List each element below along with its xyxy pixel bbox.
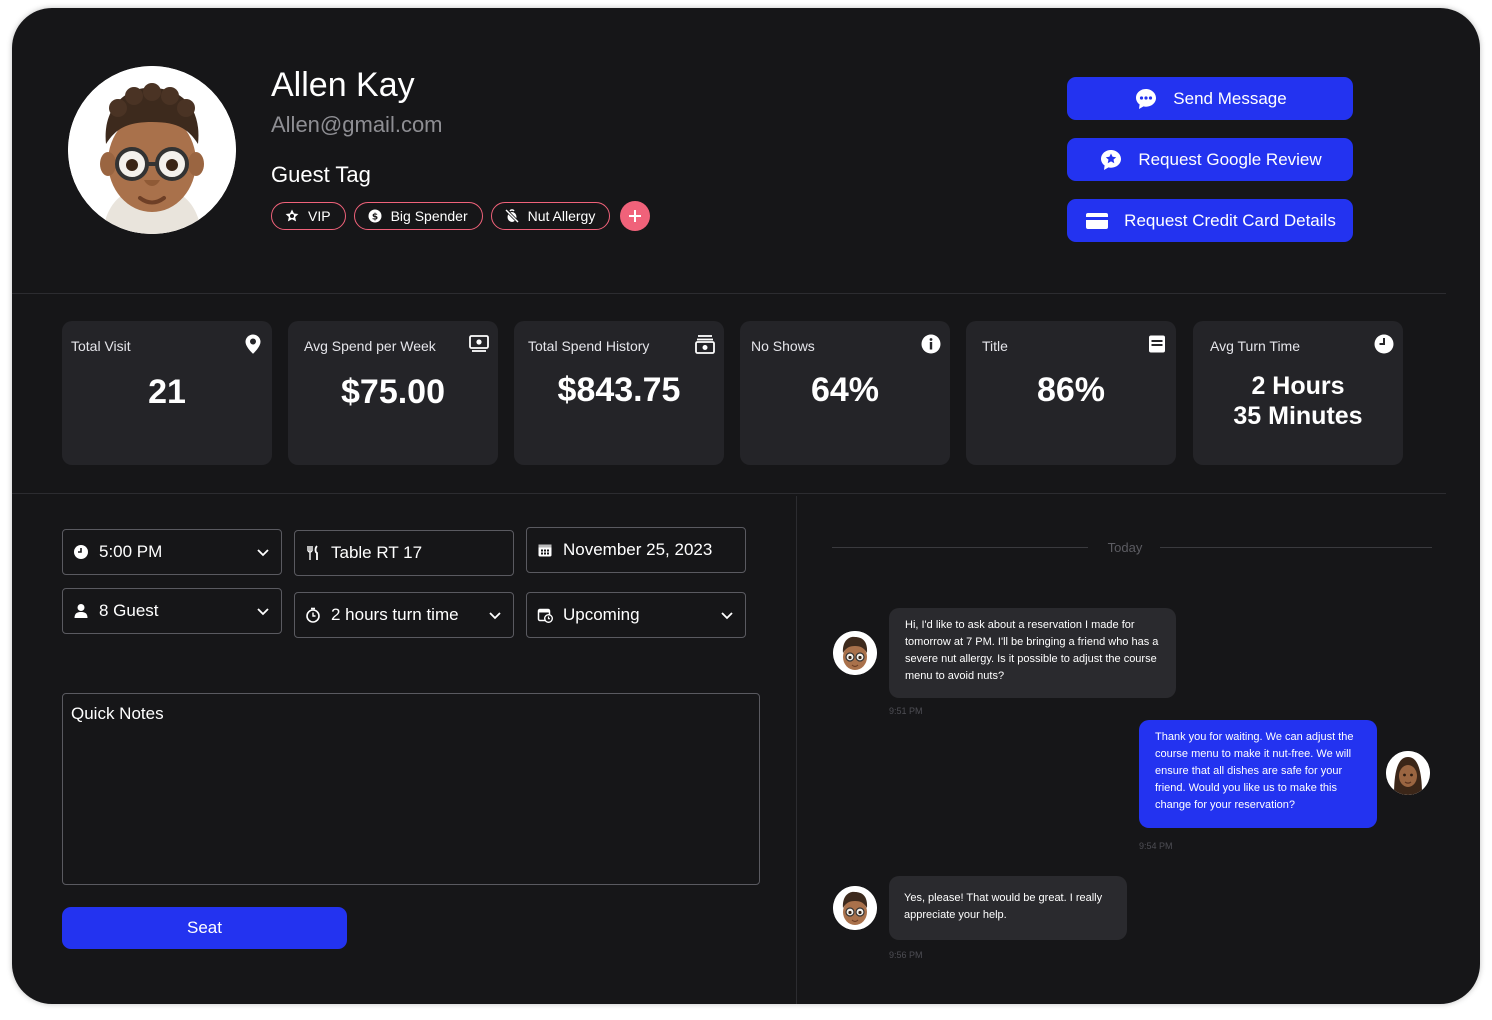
chevron-down-icon [489,612,501,620]
time-select[interactable]: 5:00 PM [62,529,282,575]
guest-tags: VIP $ Big Spender Nut Allergy [271,201,651,231]
document-icon [1149,335,1165,353]
calendar-clock-icon [537,608,553,623]
location-pin-icon [245,334,261,354]
guest-email: Allen@gmail.com [271,112,443,137]
send-message-button[interactable]: Send Message [1067,77,1353,120]
seat-button[interactable]: Seat [62,907,347,949]
stat-value: $843.75 [557,371,681,409]
stat-value: 21 [148,373,186,411]
credit-card-icon [1086,212,1109,229]
stat-value: $75.00 [341,373,445,411]
date-value: November 25, 2023 [563,540,713,559]
stat-value-line-1: 2 Hours [1251,372,1345,400]
quick-notes-label: Quick Notes [71,704,164,723]
guest-count-value: 8 Guest [99,601,159,620]
tag-label: VIP [308,208,331,224]
stat-label: Total Spend History [528,338,650,354]
stats-divider [12,493,1446,494]
tag-label: Nut Allergy [527,208,596,224]
add-tag-button[interactable] [620,201,651,231]
stat-total-visit: Total Visit 21 [62,321,272,465]
message-bubble-incoming: Yes, please! That would be great. I real… [889,876,1127,940]
action-buttons: Send Message Request Google Review Reque… [1067,77,1353,242]
message-time: 9:51 PM [889,706,923,716]
stat-value: 2 Hours 35 Minutes [1193,371,1403,431]
send-message-label: Send Message [1173,88,1287,108]
message-text: Thank you for waiting. We can adjust the… [1155,731,1354,811]
message-text: Hi, I'd like to ask about a reservation … [905,619,1159,682]
wallet-icon [695,335,715,354]
tag-big-spender[interactable]: $ Big Spender [353,202,483,230]
header-divider [12,293,1446,294]
stat-avg-spend-week: Avg Spend per Week $75.00 [288,321,498,465]
guest-avatar [68,66,236,234]
guest-name: Allen Kay [271,66,415,104]
stat-label: Avg Turn Time [1210,338,1301,354]
info-icon [921,334,941,354]
chat-bubble-icon [1136,88,1157,109]
star-badge-icon [285,209,299,222]
star-bubble-icon [1101,149,1122,170]
stat-total-spend-history: Total Spend History $843.75 [514,321,724,465]
tag-vip[interactable]: VIP [271,202,346,230]
message-bubble-incoming: Hi, I'd like to ask about a reservation … [889,608,1176,698]
guest-tag-heading: Guest Tag [271,162,371,187]
stat-no-shows: No Shows 64% [740,321,950,465]
person-icon [74,604,88,618]
stat-value: 86% [1036,371,1106,409]
plus-icon [629,210,642,222]
guest-count-select[interactable]: 8 Guest [62,588,282,634]
message-bubble-outgoing: Thank you for waiting. We can adjust the… [1139,720,1377,828]
chevron-down-icon [257,549,269,557]
stat-label: Total Visit [71,338,131,354]
stat-value-line-2: 35 Minutes [1233,402,1363,430]
guest-message-avatar [833,631,877,675]
stat-title: Title 86% [966,321,1176,465]
stopwatch-icon [306,607,320,623]
stat-label: No Shows [751,338,815,354]
calendar-icon [538,544,552,557]
request-google-review-button[interactable]: Request Google Review [1067,138,1353,181]
svg-text:$: $ [371,213,377,223]
request-credit-card-label: Request Credit Card Details [1124,210,1336,230]
guest-message-avatar [833,886,877,930]
date-field[interactable]: November 25, 2023 [526,527,746,573]
request-credit-card-button[interactable]: Request Credit Card Details [1067,199,1353,242]
column-divider [796,496,797,1004]
cutlery-icon [307,545,318,560]
clock-icon [74,545,88,559]
no-nut-icon [504,208,519,224]
status-select[interactable]: Upcoming [526,592,746,638]
coin-icon: $ [368,209,382,223]
turn-time-select[interactable]: 2 hours turn time [294,592,514,638]
guest-profile-panel: Allen Kay Allen@gmail.com Guest Tag VIP … [12,8,1480,1004]
table-value: Table RT 17 [331,543,423,562]
stat-label: Avg Spend per Week [304,338,436,354]
time-value: 5:00 PM [99,542,163,561]
day-separator-right [1160,547,1432,548]
message-text: Yes, please! That would be great. I real… [904,892,1103,921]
message-time: 9:56 PM [889,950,923,960]
status-value: Upcoming [563,605,640,624]
tag-nut-allergy[interactable]: Nut Allergy [490,202,611,230]
seat-label: Seat [187,918,222,937]
day-label: Today [1107,540,1143,555]
chevron-down-icon [257,608,269,616]
turn-time-value: 2 hours turn time [331,605,459,624]
clock-icon [1374,334,1394,354]
quick-notes-textarea[interactable]: Quick Notes [62,693,760,885]
table-field[interactable]: Table RT 17 [294,530,514,576]
stat-value: 64% [810,371,880,409]
cash-icon [469,335,489,352]
message-time: 9:54 PM [1139,841,1173,851]
chevron-down-icon [721,612,733,620]
day-separator-left [832,547,1088,548]
request-google-review-label: Request Google Review [1138,149,1322,169]
staff-message-avatar [1386,751,1430,795]
stat-label: Title [982,338,1008,354]
stat-avg-turn-time: Avg Turn Time 2 Hours 35 Minutes [1193,321,1403,465]
tag-label: Big Spender [390,208,468,224]
